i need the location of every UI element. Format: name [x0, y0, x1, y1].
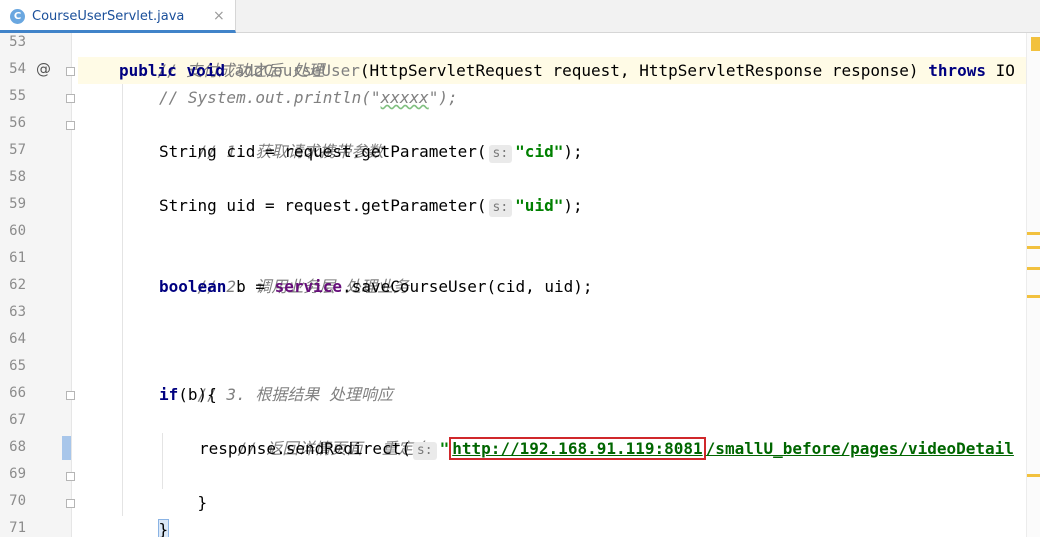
line-number: 56: [9, 115, 26, 131]
highlighted-url[interactable]: http://192.168.91.119:8081: [449, 437, 706, 460]
line-number: 57: [9, 142, 26, 158]
fold-toggle-icon[interactable]: [66, 472, 75, 481]
warning-marker[interactable]: [1027, 232, 1040, 235]
fold-toggle-icon[interactable]: [66, 391, 75, 400]
line-number: 68: [9, 439, 26, 455]
matched-brace: }: [157, 519, 170, 537]
indent-guide: [122, 84, 123, 516]
code-line-70: }: [119, 489, 170, 537]
code-line-59: String uid = request.getParameter(s: "uid…: [159, 196, 583, 217]
line-number: 58: [9, 169, 26, 185]
line-number: 60: [9, 223, 26, 239]
parameter-hint: s:: [412, 442, 437, 460]
code-line-65: // 3. 根据结果 处理响应: [197, 385, 393, 404]
line-number: 55: [9, 88, 26, 104]
line-number: 63: [9, 304, 26, 320]
line-number: 66: [9, 385, 26, 401]
warning-marker[interactable]: [1031, 37, 1040, 51]
url-path[interactable]: /smallU_before/pages/videoDetail: [706, 439, 1014, 458]
warning-marker[interactable]: [1027, 246, 1040, 249]
parameter-hint: s:: [488, 145, 513, 163]
code-editor[interactable]: // 支付成功之后 处理 public void addCourseUser(H…: [78, 33, 1026, 537]
editor-tab-bar: C CourseUserServlet.java ×: [0, 0, 1040, 33]
fold-toggle-icon[interactable]: [66, 499, 75, 508]
code-line-56: // 1. 获取请求携带参数: [197, 142, 384, 161]
code-line-66: if(b){: [159, 385, 217, 404]
tab-label: CourseUserServlet.java: [32, 9, 185, 24]
warning-marker[interactable]: [1027, 267, 1040, 270]
line-number: 69: [9, 466, 26, 482]
code-line-54: public void addCourseUser(HttpServletReq…: [119, 61, 1015, 80]
close-icon[interactable]: ×: [213, 8, 225, 24]
line-number: 65: [9, 358, 26, 374]
line-gutter: 53 54 55 56 57 58 59 60 61 62 63 64 65 6…: [0, 33, 75, 537]
change-marker[interactable]: [62, 436, 71, 460]
error-stripe-scrollbar[interactable]: [1026, 33, 1040, 537]
line-number: 59: [9, 196, 26, 212]
line-number: 61: [9, 250, 26, 266]
code-line-62: boolean b = service.saveCourseUser(cid, …: [159, 277, 593, 296]
code-line-68: response.sendRedirect(s: " http://192.168.…: [199, 437, 1014, 460]
fold-toggle-icon[interactable]: [66, 94, 75, 103]
code-line-57: String cid = request.getParameter(s: "cid…: [159, 142, 583, 163]
code-line-53: // 支付成功之后 处理: [157, 61, 325, 80]
line-number: 64: [9, 331, 26, 347]
code-line-55: // System.out.println("xxxxx");: [159, 88, 458, 107]
line-number: 53: [9, 34, 26, 50]
tab-courseuserservlet[interactable]: C CourseUserServlet.java ×: [0, 0, 236, 33]
fold-toggle-icon[interactable]: [66, 121, 75, 130]
code-line-61: // 2. 调用业务层 处理业务: [197, 277, 409, 296]
line-number: 54: [9, 61, 26, 77]
line-number: 70: [9, 493, 26, 509]
parameter-hint: s:: [488, 199, 513, 217]
java-class-icon: C: [10, 9, 25, 24]
code-line-69: }: [197, 493, 208, 512]
code-line-67: // 返回详情页面 重定向: [237, 439, 430, 458]
line-number: 71: [9, 520, 26, 536]
warning-marker[interactable]: [1027, 295, 1040, 298]
line-number: 62: [9, 277, 26, 293]
warning-marker[interactable]: [1027, 474, 1040, 477]
line-number: 67: [9, 412, 26, 428]
override-annotation-icon[interactable]: @: [36, 60, 51, 78]
fold-toggle-icon[interactable]: [66, 67, 75, 76]
